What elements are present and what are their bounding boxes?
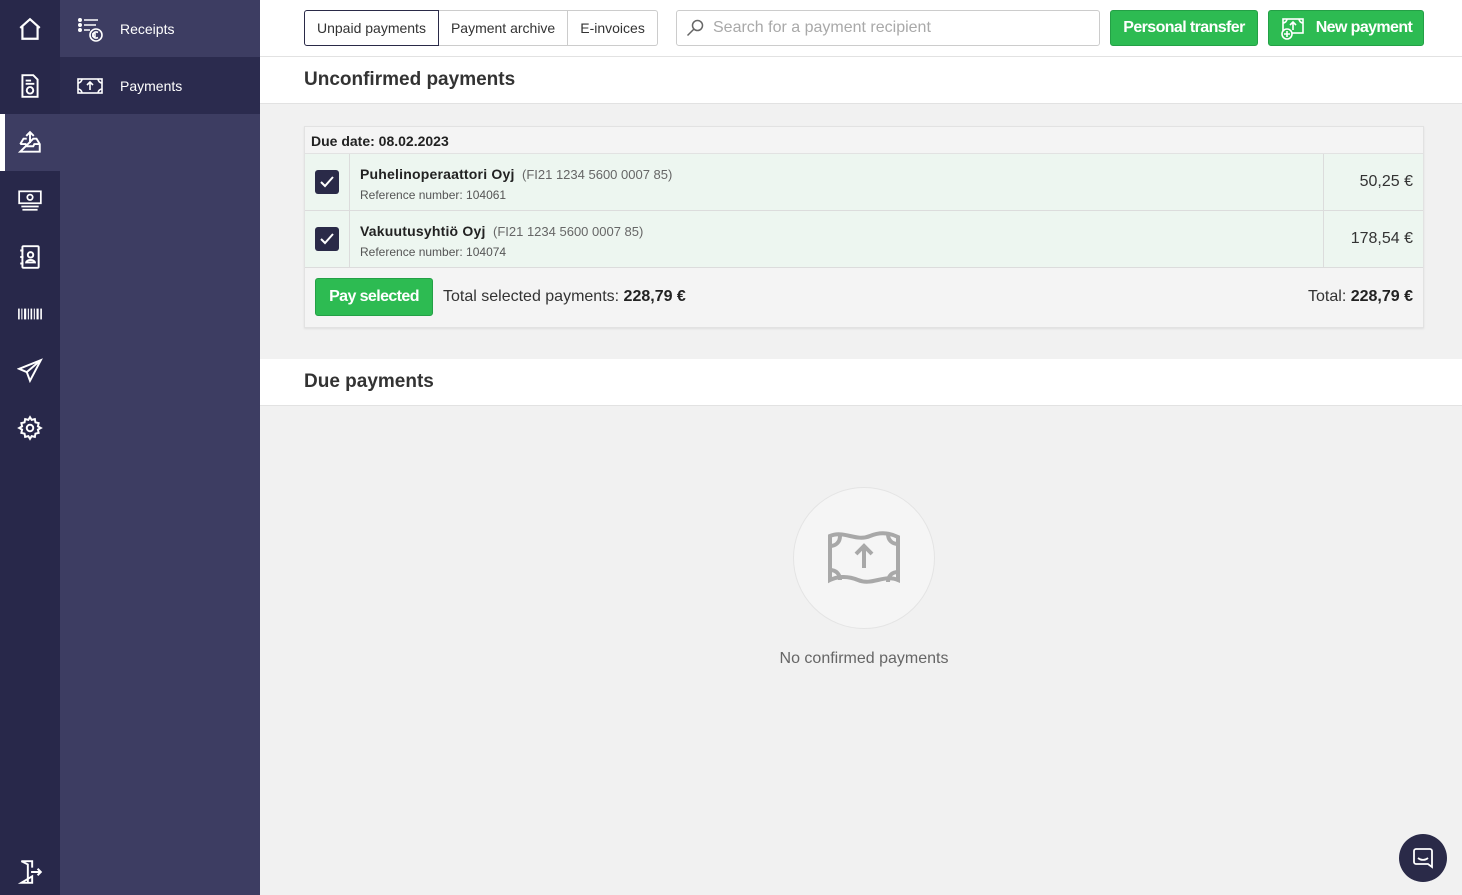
empty-state-illustration [793,487,935,629]
selected-total-value: 228,79 € [623,288,686,305]
personal-transfer-button[interactable]: Personal transfer [1110,10,1258,46]
search-input[interactable] [713,19,1093,37]
money-upload-icon [60,72,120,100]
unconfirmed-payments-header: Unconfirmed payments [260,57,1462,104]
paper-plane-icon [17,357,43,383]
new-payment-button[interactable]: New payment [1268,10,1424,46]
checkmark-icon [320,176,334,188]
recipient-iban: (FI21 1234 5600 0007 85) [522,167,673,182]
rail-barcode[interactable] [0,285,60,342]
sub-navigation: Receipts Payments [60,0,260,895]
rail-contacts[interactable] [0,228,60,285]
chat-launcher-button[interactable] [1399,834,1447,882]
recipient-name: Vakuutusyhtiö Oyj [360,223,486,239]
payment-amount: 50,25 € [1323,154,1423,210]
subnav-item-receipts[interactable]: Receipts [60,0,260,57]
payment-row[interactable]: Puhelinoperaattori Oyj (FI21 1234 5600 0… [305,154,1423,211]
reference-number: Reference number: 104061 [360,188,507,202]
payment-info: Vakuutusyhtiö Oyj (FI21 1234 5600 0007 8… [360,223,643,259]
recipient-iban: (FI21 1234 5600 0007 85) [493,224,644,239]
banknote-icon [18,189,42,211]
payment-info: Puhelinoperaattori Oyj (FI21 1234 5600 0… [360,166,672,202]
home-icon [19,17,41,40]
subnav-item-label: Receipts [120,20,175,37]
receipts-list-icon [60,15,120,43]
tab-e-invoices[interactable]: E-invoices [568,10,658,46]
gear-icon [17,414,43,441]
contacts-book-icon [20,244,40,269]
selected-total: Total selected payments: 228,79 € [443,288,686,306]
payment-tabs: Unpaid payments Payment archive E-invoic… [304,10,658,46]
selected-total-label: Total selected payments: [443,288,620,305]
tab-payment-archive[interactable]: Payment archive [438,10,569,46]
new-payment-label: New payment [1315,19,1413,36]
recipient-search [676,10,1100,46]
money-upload-icon [828,531,900,584]
total-label: Total: [1308,288,1347,305]
rail-send[interactable] [0,342,60,399]
total-value: 228,79 € [1350,288,1413,305]
payment-summary: Pay selected Total selected payments: 22… [305,268,1423,327]
pay-selected-button[interactable]: Pay selected [315,278,433,316]
due-payments-header: Due payments [260,359,1462,406]
inbox-upload-icon [17,130,41,153]
due-date-label: Due date: 08.02.2023 [305,127,1423,154]
payment-checkbox[interactable] [315,170,339,194]
checkbox-cell [305,154,350,210]
top-bar: Unpaid payments Payment archive E-invoic… [260,0,1462,57]
tab-unpaid-payments[interactable]: Unpaid payments [304,10,439,46]
rail-settings[interactable] [0,399,60,456]
checkmark-icon [320,233,334,245]
section-title: Unconfirmed payments [304,69,516,90]
new-payment-icon [1280,18,1304,40]
rail-receipts[interactable] [0,57,60,114]
logout-door-icon [17,859,43,884]
payment-checkbox[interactable] [315,227,339,251]
rail-payments[interactable] [0,114,60,171]
search-icon [686,19,704,37]
chat-icon [1413,848,1433,869]
barcode-icon [18,308,42,319]
checkbox-cell [305,211,350,267]
recipient-name: Puhelinoperaattori Oyj [360,166,515,182]
icon-rail [0,0,60,895]
rail-home[interactable] [0,0,60,57]
receipt-euro-icon [21,73,39,98]
payment-amount: 178,54 € [1323,211,1423,267]
section-title: Due payments [304,371,434,392]
unconfirmed-payments-card: Due date: 08.02.2023 Puhelinoperaattori … [304,126,1424,328]
grand-total: Total: 228,79 € [1308,288,1413,306]
subnav-item-label: Payments [120,77,183,94]
rail-money[interactable] [0,171,60,228]
reference-number: Reference number: 104074 [360,245,507,259]
payment-row[interactable]: Vakuutusyhtiö Oyj (FI21 1234 5600 0007 8… [305,211,1423,268]
rail-logout[interactable] [0,843,60,895]
empty-state-text: No confirmed payments [779,650,949,667]
subnav-item-payments[interactable]: Payments [60,57,260,114]
